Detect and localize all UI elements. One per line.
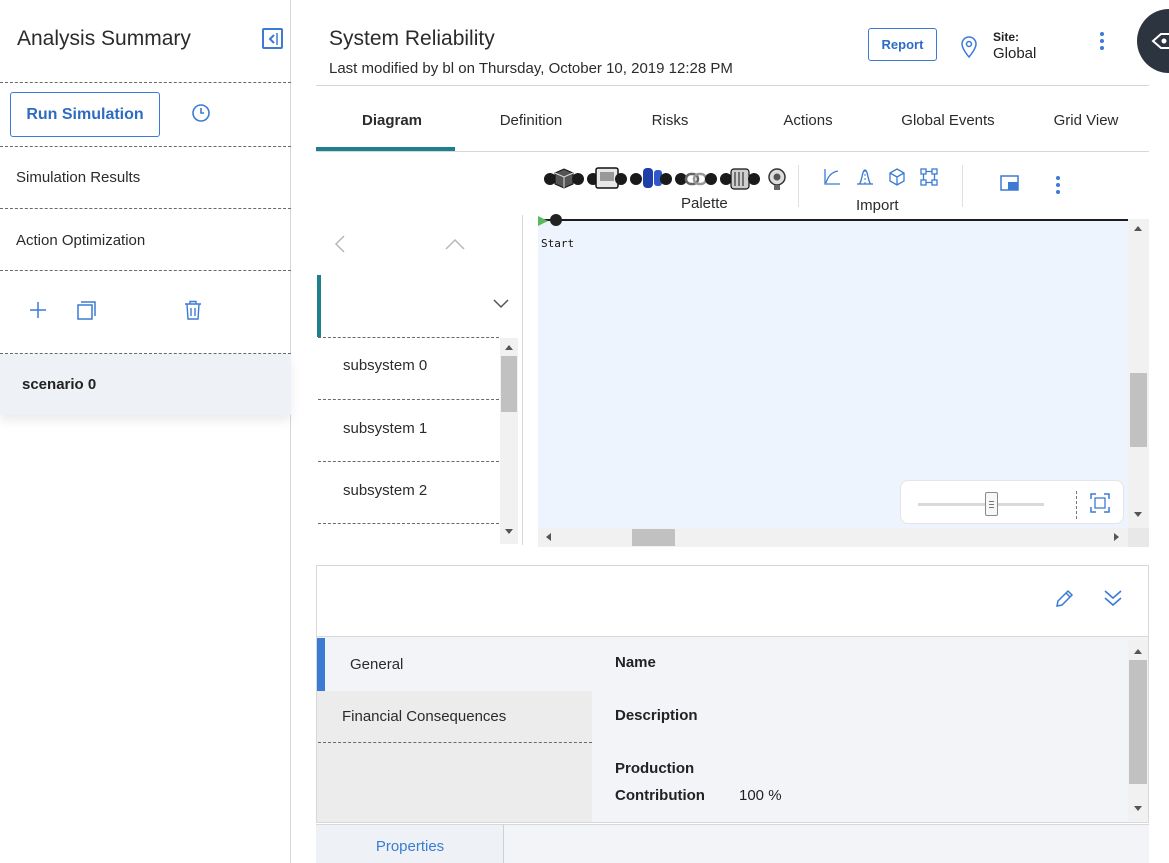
tree-divider (522, 215, 523, 545)
scroll-down-arrow[interactable] (1133, 511, 1143, 519)
scroll-up-arrow[interactable] (1133, 224, 1143, 232)
divider (318, 523, 499, 524)
contribution-field-label: Contribution (615, 787, 705, 804)
start-node[interactable] (550, 214, 562, 226)
tab-diagram[interactable]: Diagram (316, 112, 468, 129)
zoom-slider-handle[interactable] (985, 492, 998, 516)
header-divider (316, 85, 1149, 86)
start-label: Start (541, 237, 575, 250)
tab-actions[interactable]: Actions (748, 112, 868, 129)
double-chevron-down-icon[interactable] (1103, 589, 1123, 607)
import-label: Import (856, 197, 899, 214)
scenario-label: scenario 0 (22, 376, 97, 393)
copy-icon[interactable] (77, 301, 97, 320)
action-optimization-item[interactable]: Action Optimization (16, 232, 145, 249)
last-modified-text: Last modified by bl on Thursday, October… (329, 60, 733, 77)
tree-item-subsystem-2[interactable]: subsystem 2 (343, 482, 427, 499)
divider (318, 461, 499, 462)
scroll-up-arrow[interactable] (1133, 647, 1143, 655)
scroll-left-arrow[interactable] (544, 532, 552, 542)
canvas-top-line (538, 219, 1128, 221)
general-tab-indicator (317, 638, 325, 691)
left-pane: Analysis Summary Run Simulation Simulati… (0, 0, 291, 863)
toolbar-divider (962, 165, 963, 207)
chevron-left-icon (268, 33, 278, 45)
bottom-tab-strip (504, 824, 1149, 863)
properties-tab[interactable]: Properties (316, 824, 504, 863)
divider (318, 399, 499, 400)
add-icon[interactable] (29, 301, 47, 319)
site-label: Site: (993, 30, 1020, 44)
scroll-down-arrow[interactable] (1133, 805, 1143, 813)
scroll-up-arrow[interactable] (504, 343, 514, 351)
collapse-pane-button[interactable] (262, 28, 283, 49)
divider (0, 208, 291, 209)
contribution-field-value: 100 % (739, 787, 782, 804)
details-header (316, 565, 1149, 637)
zoom-divider (1076, 491, 1077, 519)
tab-risks[interactable]: Risks (610, 112, 730, 129)
network-import-icon[interactable] (920, 168, 938, 186)
chevron-left-icon[interactable] (334, 235, 346, 253)
fit-to-screen-icon[interactable] (1090, 493, 1110, 513)
name-field-label: Name (615, 654, 656, 671)
tree-item-subsystem-0[interactable]: subsystem 0 (343, 357, 427, 374)
tree-scrollbar-thumb[interactable] (501, 356, 517, 412)
site-value: Global (993, 45, 1037, 62)
zoom-slider-track[interactable] (918, 503, 1044, 506)
navigation-button[interactable] (1137, 9, 1169, 73)
scroll-down-arrow[interactable] (504, 528, 514, 536)
canvas-horizontal-scrollbar[interactable] (538, 528, 1128, 547)
trash-icon[interactable] (184, 300, 202, 320)
details-scrollbar-thumb[interactable] (1129, 660, 1147, 784)
tab-grid-view[interactable]: Grid View (1033, 112, 1139, 129)
simulation-results-item[interactable]: Simulation Results (16, 169, 140, 186)
divider (0, 146, 291, 147)
tabs-divider (316, 151, 1149, 152)
cube-import-icon[interactable] (888, 168, 906, 186)
scrollbar-corner (1128, 528, 1149, 547)
canvas-horizontal-scrollbar-thumb[interactable] (632, 529, 675, 546)
location-pin-icon (961, 36, 977, 58)
palette-label: Palette (681, 195, 728, 212)
divider (318, 742, 592, 743)
tab-global-events[interactable]: Global Events (883, 112, 1013, 129)
edit-pencil-icon[interactable] (1054, 589, 1074, 609)
clock-icon[interactable] (191, 103, 211, 123)
general-tab-label[interactable]: General (350, 656, 403, 673)
divider (0, 270, 291, 271)
canvas-vertical-scrollbar-thumb[interactable] (1130, 373, 1147, 447)
chevron-down-icon[interactable] (493, 299, 509, 309)
more-options-icon[interactable] (1099, 32, 1105, 53)
palette-icons[interactable] (543, 164, 788, 192)
chevron-up-icon[interactable] (445, 238, 465, 250)
description-field-label: Description (615, 707, 698, 724)
distribution-import-icon[interactable] (856, 168, 874, 186)
tab-definition[interactable]: Definition (465, 112, 597, 129)
report-button[interactable]: Report (868, 28, 937, 61)
financial-consequences-tab[interactable]: Financial Consequences (342, 708, 506, 725)
tree-selection-indicator (317, 275, 321, 337)
scroll-right-arrow[interactable] (1113, 532, 1121, 542)
eye-nav-icon (1151, 33, 1169, 49)
scenario-item[interactable]: scenario 0 (0, 354, 291, 415)
properties-tab-label: Properties (375, 838, 445, 855)
curve-import-icon[interactable] (823, 168, 841, 186)
overview-window-icon[interactable] (1000, 175, 1019, 191)
production-field-label: Production (615, 760, 695, 777)
page-title: System Reliability (329, 27, 495, 50)
toolbar-divider (798, 165, 799, 207)
toolbar-more-icon[interactable] (1055, 176, 1061, 197)
analysis-summary-title: Analysis Summary (17, 27, 191, 50)
divider (318, 337, 499, 338)
tree-item-subsystem-1[interactable]: subsystem 1 (343, 420, 427, 437)
run-simulation-button[interactable]: Run Simulation (10, 92, 160, 137)
divider (0, 82, 291, 83)
